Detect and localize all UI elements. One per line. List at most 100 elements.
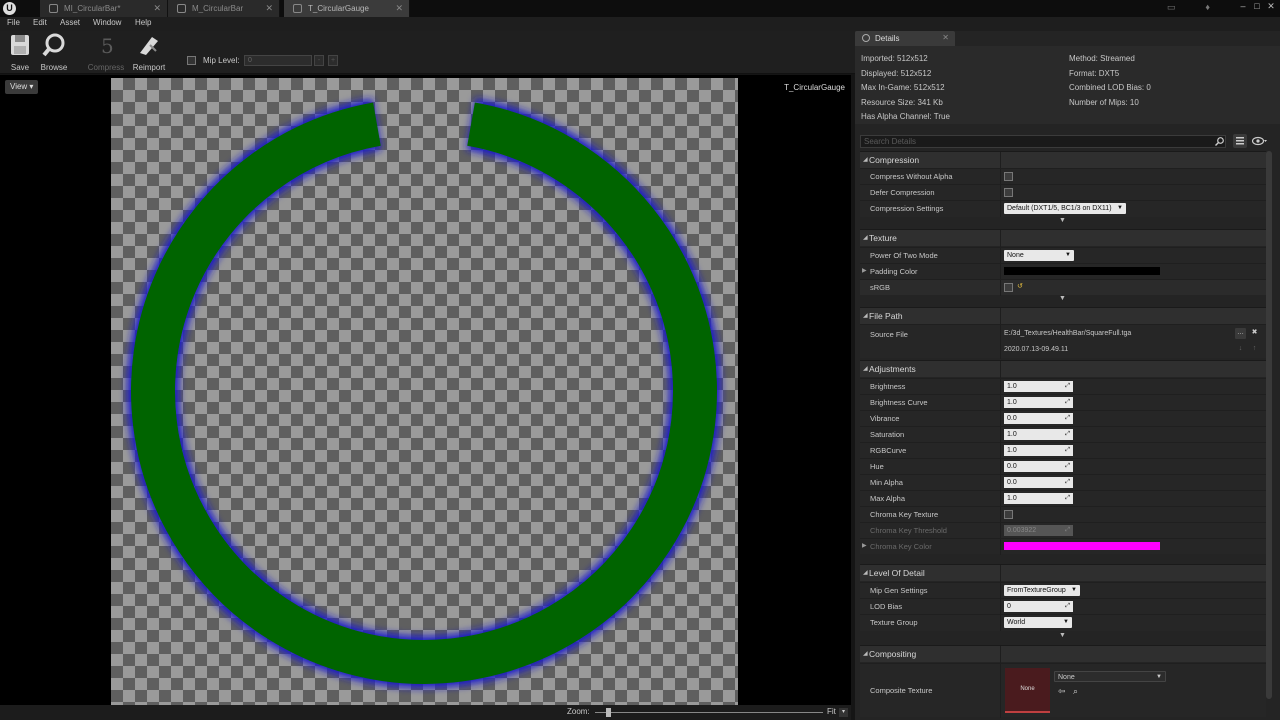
details-scrollbar[interactable] [1266, 151, 1272, 699]
browse-button[interactable]: Browse [34, 33, 74, 73]
source-control-icon[interactable]: ▭ [1167, 2, 1176, 13]
texture-icon [293, 4, 302, 13]
compression-settings-dropdown[interactable]: Default (DXT1/5, BC1/3 on DX11) ▼ [1004, 203, 1126, 214]
close-icon[interactable]: ✕ [265, 0, 273, 17]
mip-gen-settings-dropdown[interactable]: FromTextureGroup ▼ [1004, 585, 1080, 596]
tab-mi-circularbar[interactable]: MI_CircularBar* ✕ [40, 0, 168, 17]
expand-arrow-icon[interactable]: ▶ [862, 267, 867, 274]
lod-bias-input[interactable]: 0 ⤢ [1004, 601, 1073, 612]
info-method: Method: Streamed [1069, 54, 1135, 63]
close-icon[interactable]: ✕ [395, 0, 403, 17]
max-alpha-input[interactable]: 1.0 ⤢ [1004, 493, 1073, 504]
reset-to-default-icon[interactable]: ↺ [1017, 282, 1023, 290]
row-compression-settings: Compression Settings Default (DXT1/5, BC… [860, 200, 1266, 217]
close-icon[interactable]: ✕ [153, 0, 161, 17]
defer-compression-checkbox[interactable] [1004, 188, 1013, 197]
row-padding-color: ▶ Padding Color [860, 263, 1266, 280]
browse-file-button[interactable]: … [1235, 328, 1246, 339]
saturation-input[interactable]: 1.0 ⤢ [1004, 429, 1073, 440]
srgb-checkbox[interactable] [1004, 283, 1013, 292]
hue-input[interactable]: 0.0 ⤢ [1004, 461, 1073, 472]
composite-texture-thumbnail[interactable]: None [1005, 668, 1050, 713]
browse-asset-icon[interactable]: ⌕ [1073, 686, 1078, 697]
compress-without-alpha-checkbox[interactable] [1004, 172, 1013, 181]
view-menu-button[interactable]: View ▾ [5, 80, 39, 94]
search-icon[interactable] [1215, 137, 1224, 146]
use-selected-asset-icon[interactable]: ⇦ [1058, 686, 1066, 697]
category-compression[interactable]: ◢ Compression [860, 151, 1266, 169]
texture-group-dropdown[interactable]: World ▼ [1004, 617, 1072, 628]
category-compositing[interactable]: ◢ Compositing [860, 645, 1266, 663]
move-up-icon[interactable]: ↑ [1249, 344, 1260, 355]
details-icon [862, 34, 870, 42]
menu-asset[interactable]: Asset [60, 18, 80, 27]
padding-color-swatch[interactable] [1004, 267, 1160, 275]
menu-edit[interactable]: Edit [33, 18, 47, 27]
vibrance-input[interactable]: 0.0 ⤢ [1004, 413, 1073, 424]
chroma-key-texture-checkbox[interactable] [1004, 510, 1013, 519]
spin-icon: ⤢ [1065, 603, 1070, 609]
texture-name-label: T_CircularGauge [784, 83, 845, 92]
reimport-button[interactable]: Reimport [129, 33, 169, 73]
tab-m-circularbar[interactable]: M_CircularBar ✕ [168, 0, 280, 17]
ring-fill [131, 102, 717, 684]
details-tab[interactable]: Details ✕ [855, 31, 955, 46]
mip-increase-button[interactable]: + [328, 55, 338, 66]
menu-file[interactable]: File [7, 18, 20, 27]
zoom-slider-thumb[interactable] [606, 708, 611, 717]
circular-gauge-texture [127, 98, 721, 688]
mip-level-checkbox[interactable] [187, 56, 196, 65]
close-icon[interactable]: ✕ [942, 33, 949, 42]
tab-label: MI_CircularBar* [64, 4, 121, 13]
mip-level-input[interactable]: 0 [244, 55, 312, 66]
clear-file-icon[interactable]: ✖ [1249, 328, 1260, 339]
category-texture[interactable]: ◢ Texture [860, 229, 1266, 247]
tab-t-circulargauge[interactable]: T_CircularGauge ✕ [284, 0, 410, 17]
advanced-expand-icon[interactable]: ▼ [1059, 217, 1066, 224]
chroma-key-color-swatch[interactable] [1004, 542, 1160, 550]
texture-viewport[interactable]: View ▾ T_CircularGauge [0, 75, 851, 705]
row-chroma-key-color: ▶ Chroma Key Color [860, 538, 1266, 555]
brightness-curve-input[interactable]: 1.0 ⤢ [1004, 397, 1073, 408]
toolbar: Save Browse 5 Compress Reimport Mip Leve… [0, 31, 855, 74]
advanced-expand-icon[interactable]: ▼ [1059, 295, 1066, 302]
category-file-path[interactable]: ◢ File Path [860, 307, 1266, 325]
composite-texture-dropdown[interactable]: None ▼ [1054, 671, 1166, 682]
category-adjustments[interactable]: ◢ Adjustments [860, 360, 1266, 378]
mip-decrease-button[interactable]: - [314, 55, 324, 66]
minimize-icon[interactable]: – [1238, 1, 1248, 11]
brightness-input[interactable]: 1.0 ⤢ [1004, 381, 1073, 392]
row-brightness: Brightness 1.0 ⤢ [860, 378, 1266, 395]
zoom-mode-label: Fit [827, 707, 836, 716]
compress-button[interactable]: 5 Compress [86, 33, 126, 73]
info-resource-size: Resource Size: 341 Kb [861, 98, 943, 107]
row-source-file: Source File E:/3d_Textures/HealthBar/Squ… [860, 324, 1266, 359]
eye-icon[interactable] [1252, 136, 1268, 146]
power-of-two-dropdown[interactable]: None ▼ [1004, 250, 1074, 261]
min-alpha-input[interactable]: 0.0 ⤢ [1004, 477, 1073, 488]
spin-icon: ⤢ [1065, 527, 1070, 533]
row-mip-gen-settings: Mip Gen Settings FromTextureGroup ▼ [860, 582, 1266, 599]
menu-window[interactable]: Window [93, 18, 121, 27]
zoom-slider-track[interactable] [595, 712, 823, 713]
spin-icon: ⤢ [1065, 415, 1070, 421]
spin-icon: ⤢ [1065, 447, 1070, 453]
notification-icon[interactable]: ♦ [1205, 2, 1210, 13]
chroma-key-threshold-input[interactable]: 0.003922 ⤢ [1004, 525, 1073, 536]
rgbcurve-input[interactable]: 1.0 ⤢ [1004, 445, 1073, 456]
category-level-of-detail[interactable]: ◢ Level Of Detail [860, 564, 1266, 582]
expand-arrow-icon[interactable]: ▶ [862, 542, 867, 549]
search-details-input[interactable]: Search Details [860, 135, 1226, 148]
close-window-icon[interactable]: ✕ [1266, 1, 1276, 11]
collapse-arrow-icon: ◢ [863, 313, 868, 319]
move-down-icon[interactable]: ↓ [1235, 344, 1246, 355]
save-icon [7, 33, 33, 57]
menu-help[interactable]: Help [135, 18, 151, 27]
tab-label: T_CircularGauge [308, 4, 369, 13]
view-options-grid-icon[interactable] [1233, 134, 1247, 148]
advanced-expand-icon[interactable]: ▼ [1059, 632, 1066, 639]
zoom-dropdown-button[interactable]: ▾ [839, 708, 848, 717]
spin-icon: ⤢ [1065, 495, 1070, 501]
maximize-icon[interactable]: □ [1252, 1, 1262, 11]
row-srgb: sRGB ↺ [860, 279, 1266, 296]
